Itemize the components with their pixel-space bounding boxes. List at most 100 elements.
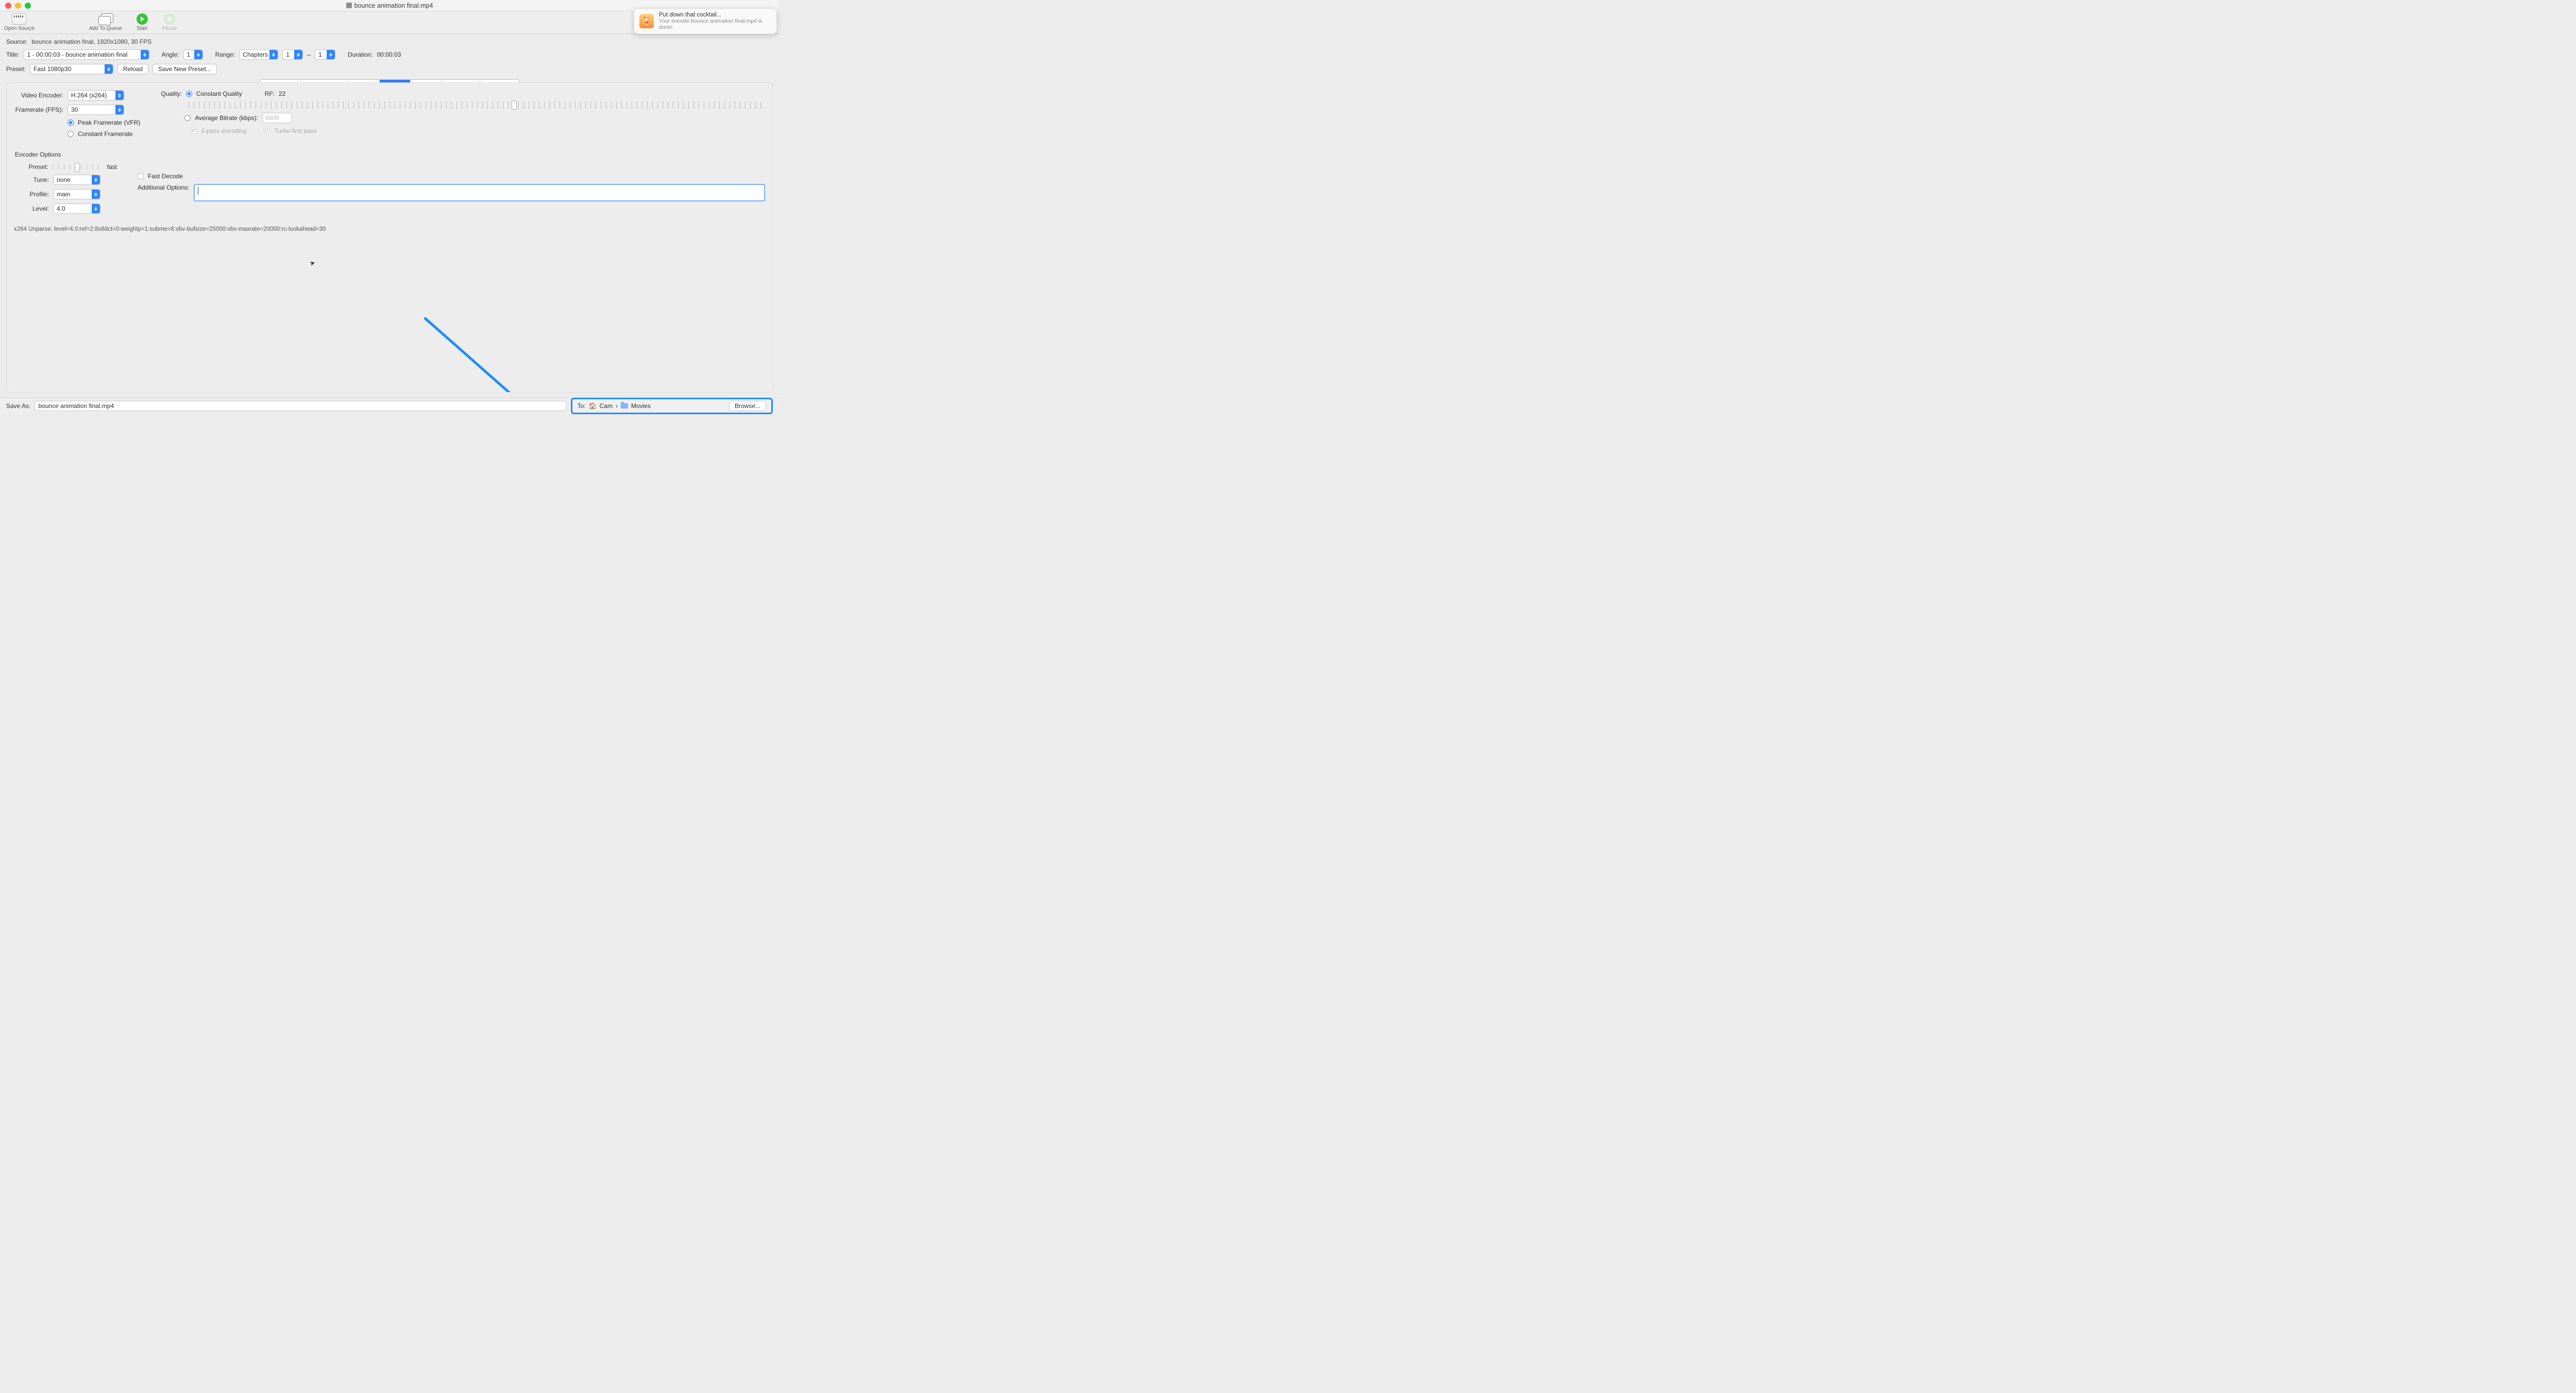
enc-preset-value: fast: [107, 163, 117, 171]
tune-select[interactable]: none: [53, 175, 100, 185]
save-as-field[interactable]: bounce animation final.mp4: [35, 401, 566, 411]
preset-select[interactable]: Fast 1080p30: [30, 64, 113, 74]
queue-icon: [98, 13, 113, 25]
annotation-arrow-icon: [424, 317, 615, 393]
preset-label: Preset:: [6, 65, 26, 73]
source-label: Source:: [6, 38, 27, 45]
additional-options-input[interactable]: [194, 184, 765, 201]
chevron-updown-icon: [92, 190, 100, 199]
title-select[interactable]: 1 - 00:00:03 - bounce animation final: [24, 49, 149, 60]
minimize-window-button[interactable]: [15, 3, 21, 9]
video-panel: Video Encoder: H.264 (x264) Framerate (F…: [6, 82, 773, 393]
chevron-updown-icon: [141, 50, 149, 59]
range-to-select[interactable]: 1: [315, 49, 335, 60]
source-row: Source: bounce animation final, 1920x108…: [0, 34, 779, 47]
range-label: Range:: [215, 51, 235, 58]
duration-label: Duration:: [348, 51, 373, 58]
rf-value: 22: [279, 90, 285, 97]
tune-label: Tune:: [14, 176, 49, 183]
title-label: Title:: [6, 51, 20, 58]
rf-label: RF:: [265, 90, 275, 97]
browse-button[interactable]: Browse...: [729, 401, 766, 411]
home-icon: 🏠: [589, 402, 597, 410]
document-icon: [346, 3, 352, 8]
save-new-preset-button[interactable]: Save New Preset...: [152, 64, 217, 74]
turbo-first-pass-label: Turbo first pass: [274, 127, 316, 134]
open-source-button[interactable]: Open Source: [4, 13, 35, 31]
chevron-updown-icon: [115, 105, 124, 114]
cocktail-icon: [639, 14, 654, 28]
angle-label: Angle:: [162, 51, 179, 58]
path-segment-1[interactable]: Cam: [600, 402, 613, 410]
video-encoder-label: Video Encoder:: [14, 92, 63, 99]
source-value: bounce animation final, 1920x1080, 30 FP…: [31, 38, 151, 45]
range-sep: –: [307, 51, 311, 58]
to-label: To:: [578, 402, 586, 410]
fast-decode-checkbox[interactable]: [138, 173, 144, 179]
play-icon: [137, 13, 148, 25]
close-window-button[interactable]: [5, 3, 11, 9]
range-from-select[interactable]: 1: [282, 49, 303, 60]
mouse-cursor-icon: ➤: [309, 259, 317, 268]
constant-quality-label: Constant Quality: [196, 90, 242, 97]
pause-button: Pause: [162, 13, 177, 31]
open-source-label: Open Source: [4, 26, 35, 31]
framerate-label: Framerate (FPS):: [14, 106, 63, 113]
zoom-window-button[interactable]: [25, 3, 31, 9]
quality-slider[interactable]: [189, 101, 765, 109]
average-bitrate-radio[interactable]: [184, 115, 191, 121]
average-bitrate-label: Average Bitrate (kbps):: [195, 114, 258, 122]
chevron-updown-icon: [92, 204, 100, 213]
pause-icon: [164, 13, 175, 25]
duration-value: 00:00:03: [377, 51, 401, 58]
save-as-label: Save As:: [6, 402, 30, 410]
destination-box: To: 🏠 Cam › Movies Browse...: [571, 398, 773, 414]
quality-label: Quality:: [161, 90, 182, 97]
level-label: Level:: [14, 205, 49, 212]
peak-framerate-radio[interactable]: [67, 120, 74, 126]
level-select[interactable]: 4.0: [53, 203, 100, 214]
start-button[interactable]: Start: [137, 13, 148, 31]
path-separator: ›: [616, 402, 618, 410]
bottom-bar: Save As: bounce animation final.mp4 To: …: [0, 398, 779, 413]
constant-quality-radio[interactable]: [186, 91, 192, 97]
average-bitrate-field[interactable]: 6000: [262, 113, 292, 123]
chevron-updown-icon: [105, 64, 113, 74]
clapperboard-icon: [12, 13, 26, 25]
notification[interactable]: Put down that cocktail... Your encode bo…: [634, 8, 777, 34]
notification-title: Put down that cocktail...: [659, 12, 771, 18]
angle-select[interactable]: 1: [183, 49, 203, 60]
two-pass-checkbox: [191, 128, 197, 134]
two-pass-label: 2-pass encoding: [201, 127, 246, 134]
enc-preset-slider[interactable]: [53, 164, 103, 169]
chevron-updown-icon: [269, 50, 278, 59]
folder-icon: [621, 403, 628, 409]
framerate-select[interactable]: 30: [67, 105, 124, 115]
notification-body: Your encode bounce animation final.mp4 i…: [659, 18, 771, 30]
profile-label: Profile:: [14, 191, 49, 198]
add-to-queue-button[interactable]: Add To Queue: [89, 13, 122, 31]
x264-unparse: x264 Unparse: level=4.0:ref=2:8x8dct=0:w…: [14, 226, 765, 232]
title-row: Title: 1 - 00:00:03 - bounce animation f…: [0, 47, 779, 62]
chevron-updown-icon: [294, 50, 302, 59]
peak-framerate-label: Peak Framerate (VFR): [78, 119, 140, 126]
turbo-first-pass-checkbox: [264, 128, 270, 134]
enc-preset-label: Preset:: [14, 163, 48, 171]
encoder-options-title: Encoder Options: [15, 151, 765, 158]
chevron-updown-icon: [115, 91, 124, 100]
add-to-queue-label: Add To Queue: [89, 26, 122, 31]
video-encoder-select[interactable]: H.264 (x264): [67, 90, 124, 100]
chevron-updown-icon: [194, 50, 202, 59]
fast-decode-label: Fast Decode: [148, 173, 183, 180]
constant-framerate-radio[interactable]: [67, 131, 74, 137]
start-label: Start: [137, 26, 147, 31]
reload-button[interactable]: Reload: [117, 64, 148, 74]
path-segment-2[interactable]: Movies: [631, 402, 651, 410]
pause-label: Pause: [162, 26, 177, 31]
chevron-updown-icon: [92, 175, 100, 184]
range-type-select[interactable]: Chapters: [239, 49, 278, 60]
profile-select[interactable]: main: [53, 189, 100, 199]
constant-framerate-label: Constant Framerate: [78, 130, 133, 138]
traffic-lights: [0, 3, 31, 9]
additional-options-label: Additional Options:: [138, 184, 190, 191]
